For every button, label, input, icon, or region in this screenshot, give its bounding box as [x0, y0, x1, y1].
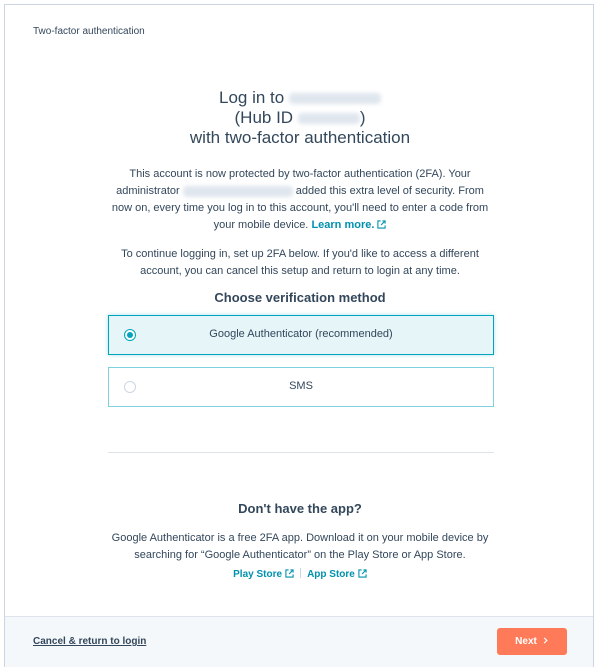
option-sms[interactable]: SMS: [108, 367, 494, 407]
heading-hub-suffix: ): [359, 108, 366, 127]
page-title: Log in to (Hub ID ) with two-factor auth…: [5, 88, 595, 148]
app-store-link[interactable]: App Store: [307, 569, 367, 580]
heading-line-2: (Hub ID ): [5, 108, 595, 128]
heading-hub-prefix: (Hub ID: [234, 108, 294, 127]
play-store-label: Play Store: [233, 569, 283, 580]
play-store-link[interactable]: Play Store: [233, 569, 294, 580]
intro-paragraph: This account is now protected by two-fac…: [105, 166, 495, 234]
learn-more-link[interactable]: Learn more.: [311, 219, 387, 231]
external-link-icon: [358, 569, 367, 578]
option-label: SMS: [289, 380, 313, 392]
redacted-admin-email: [182, 185, 293, 197]
heading-line-3: with two-factor authentication: [189, 128, 411, 147]
cancel-return-link[interactable]: Cancel & return to login: [33, 636, 146, 647]
chevron-right-icon: [542, 637, 549, 644]
store-links: Play Store App Store: [5, 568, 595, 580]
instructions-paragraph: To continue logging in, set up 2FA below…: [121, 248, 479, 277]
external-link-icon: [377, 220, 387, 229]
heading-line-1: Log in to: [5, 88, 595, 108]
dialog-footer: Cancel & return to login Next: [5, 616, 593, 667]
link-separator: [300, 568, 302, 578]
app-store-label: App Store: [307, 569, 355, 580]
app-description: Google Authenticator is a free 2FA app. …: [111, 532, 489, 561]
verification-title: Choose verification method: [214, 290, 386, 305]
window-title: Two-factor authentication: [33, 26, 145, 37]
redacted-hub-id: [297, 113, 360, 125]
external-link-icon: [285, 569, 294, 578]
divider: [108, 452, 494, 453]
option-label: Google Authenticator (recommended): [209, 328, 393, 340]
heading-login-prefix: Log in to: [219, 88, 285, 107]
learn-more-label: Learn more.: [311, 219, 375, 231]
option-google-authenticator[interactable]: Google Authenticator (recommended): [108, 315, 494, 355]
two-factor-dialog: Two-factor authentication Log in to (Hub…: [4, 4, 594, 667]
app-section-title: Don't have the app?: [238, 501, 362, 516]
redacted-domain: [288, 93, 381, 105]
next-label: Next: [515, 636, 537, 647]
next-button[interactable]: Next: [497, 628, 567, 655]
